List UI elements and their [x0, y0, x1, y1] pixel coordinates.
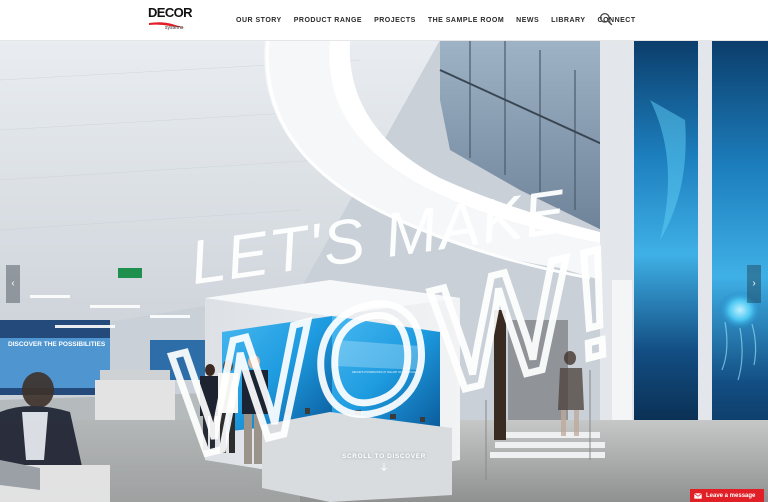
nav-projects[interactable]: PROJECTS [374, 17, 416, 24]
chevron-right-icon: › [752, 278, 756, 289]
hero-banner: LET'S MAKE WOW! DISCOVER THE POSSIBILITI… [0, 40, 768, 502]
slider-prev-button[interactable]: ‹ [6, 265, 20, 303]
scroll-to-discover[interactable]: SCROLL TO DISCOVER [332, 453, 436, 471]
scroll-label: SCROLL TO DISCOVER [342, 453, 426, 460]
nav-our-story[interactable]: OUR STORY [236, 17, 282, 24]
decor-logo[interactable]: DECOR systems [148, 5, 193, 34]
leave-a-message-button[interactable]: Leave a message [690, 489, 764, 502]
site-header: DECOR systems OUR STORY PRODUCT RANGE PR… [0, 0, 768, 41]
hero-photo: LET'S MAKE WOW! DISCOVER THE POSSIBILITI… [0, 40, 768, 502]
nav-library[interactable]: LIBRARY [551, 17, 585, 24]
nav-the-sample-room[interactable]: THE SAMPLE ROOM [428, 17, 504, 24]
chat-label: Leave a message [706, 492, 756, 499]
page: DECOR systems OUR STORY PRODUCT RANGE PR… [0, 0, 768, 502]
main-nav: OUR STORY PRODUCT RANGE PROJECTS THE SAM… [230, 0, 642, 40]
logo-subtext: systems [165, 25, 184, 31]
arrow-down-icon [381, 463, 387, 471]
nav-product-range[interactable]: PRODUCT RANGE [294, 17, 362, 24]
logo-wordmark: DECOR [148, 5, 193, 20]
envelope-icon [694, 492, 702, 499]
wall-sign-text: DISCOVER THE POSSIBILITIES [8, 341, 106, 348]
slider-next-button[interactable]: › [747, 265, 761, 303]
chevron-left-icon: ‹ [11, 278, 15, 289]
nav-news[interactable]: NEWS [516, 17, 539, 24]
search-icon[interactable] [599, 12, 613, 26]
counter-sign-text: DECOR'S POSSIBILITIES IN THE ART OF THE … [352, 370, 421, 374]
